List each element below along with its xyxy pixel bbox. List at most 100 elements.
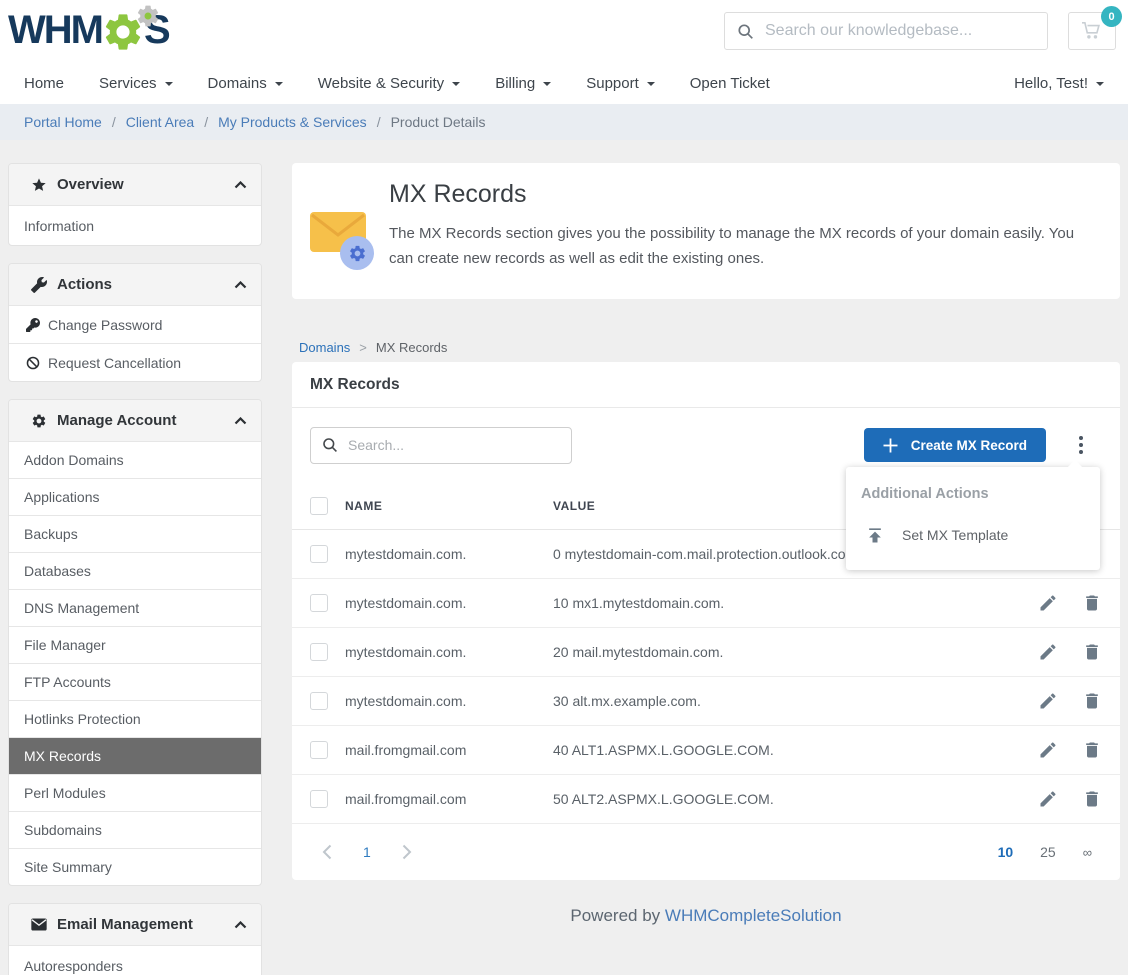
delete-button[interactable]	[1082, 642, 1102, 662]
edit-button[interactable]	[1038, 642, 1058, 662]
user-menu[interactable]: Hello, Test!	[1014, 75, 1104, 92]
caret-down-icon	[452, 82, 460, 86]
nav-item-open-ticket[interactable]: Open Ticket	[690, 75, 770, 92]
nav-item-home[interactable]: Home	[24, 75, 64, 92]
create-mx-record-button[interactable]: Create MX Record	[864, 428, 1046, 462]
gear-icon	[31, 413, 47, 429]
breadcrumb-client-area[interactable]: Client Area	[126, 114, 194, 130]
nav-item-support[interactable]: Support	[586, 75, 655, 92]
whmcs-logo[interactable]: WHM S	[8, 4, 169, 56]
breadcrumb-separator: /	[377, 114, 381, 130]
row-checkbox[interactable]	[310, 545, 328, 563]
sidebar-item-mx-records[interactable]: MX Records	[9, 737, 261, 774]
mx-records-panel: MX Records Create MX Record NAME VALUE	[292, 362, 1120, 880]
delete-button[interactable]	[1082, 691, 1102, 711]
delete-button[interactable]	[1082, 789, 1102, 809]
gear-bubble	[340, 236, 374, 270]
sidebar-item-hotlinks-protection[interactable]: Hotlinks Protection	[9, 700, 261, 737]
chevron-up-icon	[234, 921, 247, 929]
trash-icon	[1082, 789, 1102, 809]
additional-actions-button[interactable]	[1072, 428, 1090, 462]
pagination: 1 10 25 ∞	[292, 824, 1120, 880]
row-checkbox[interactable]	[310, 741, 328, 759]
delete-button[interactable]	[1082, 593, 1102, 613]
prev-page-button[interactable]	[320, 844, 334, 860]
sidebar-header-email-management[interactable]: Email Management	[9, 904, 261, 945]
table-row: mail.fromgmail.com 50 ALT2.ASPMX.L.GOOGL…	[292, 775, 1120, 824]
row-checkbox[interactable]	[310, 594, 328, 612]
delete-button[interactable]	[1082, 740, 1102, 760]
sidebar-item-backups[interactable]: Backups	[9, 515, 261, 552]
nav-item-billing[interactable]: Billing	[495, 75, 551, 92]
sidebar-item-autoresponders[interactable]: Autoresponders	[9, 945, 261, 975]
main-column: MX Records The MX Records section gives …	[292, 163, 1120, 952]
edit-button[interactable]	[1038, 789, 1058, 809]
record-value: 50 ALT2.ASPMX.L.GOOGLE.COM.	[553, 791, 1038, 807]
table-row: mail.fromgmail.com 40 ALT1.ASPMX.L.GOOGL…	[292, 726, 1120, 775]
sidebar-item-request-cancellation[interactable]: Request Cancellation	[9, 343, 261, 381]
sidebar-header-manage-account[interactable]: Manage Account	[9, 400, 261, 441]
top-header: WHM S 0	[0, 0, 1128, 62]
search-icon	[737, 23, 754, 40]
sidebar-header-actions[interactable]: Actions	[9, 264, 261, 305]
gear-icon	[348, 244, 367, 263]
plus-icon	[883, 438, 898, 453]
sidebar-item-addon-domains[interactable]: Addon Domains	[9, 441, 261, 478]
search-icon	[322, 437, 338, 453]
logo-text-left: WHM	[8, 4, 102, 56]
edit-button[interactable]	[1038, 740, 1058, 760]
sidebar-item-databases[interactable]: Databases	[9, 552, 261, 589]
pencil-icon	[1038, 740, 1058, 760]
sidebar-item-ftp-accounts[interactable]: FTP Accounts	[9, 663, 261, 700]
sidebar-item-subdomains[interactable]: Subdomains	[9, 811, 261, 848]
product-header-body: MX Records The MX Records section gives …	[389, 163, 1096, 299]
table-row: mytestdomain.com. 30 alt.mx.example.com.	[292, 677, 1120, 726]
page-size-25[interactable]: 25	[1040, 844, 1056, 860]
row-checkbox[interactable]	[310, 643, 328, 661]
nav-item-services[interactable]: Services	[99, 75, 173, 92]
table-row: mytestdomain.com. 10 mx1.mytestdomain.co…	[292, 579, 1120, 628]
sidebar-item-file-manager[interactable]: File Manager	[9, 626, 261, 663]
chevron-up-icon	[234, 281, 247, 289]
next-page-button[interactable]	[400, 844, 414, 860]
footer-link[interactable]: WHMCompleteSolution	[665, 906, 842, 925]
star-icon	[31, 177, 47, 193]
pencil-icon	[1038, 789, 1058, 809]
select-all-checkbox[interactable]	[310, 497, 328, 515]
record-name: mail.fromgmail.com	[345, 742, 553, 758]
row-checkbox[interactable]	[310, 692, 328, 710]
logo-gear-icon	[101, 4, 147, 56]
sidebar-item-information[interactable]: Information	[9, 205, 261, 245]
column-header-name: NAME	[345, 499, 553, 513]
sidebar-item-dns-management[interactable]: DNS Management	[9, 589, 261, 626]
knowledgebase-search-input[interactable]	[765, 22, 1035, 40]
page-size-10[interactable]: 10	[998, 844, 1014, 860]
row-checkbox[interactable]	[310, 790, 328, 808]
breadcrumb-my-products[interactable]: My Products & Services	[218, 114, 367, 130]
edit-button[interactable]	[1038, 691, 1058, 711]
sidebar-header-overview[interactable]: Overview	[9, 164, 261, 205]
sidebar-item-site-summary[interactable]: Site Summary	[9, 848, 261, 885]
table-search-input[interactable]	[348, 437, 560, 453]
cart-button[interactable]: 0	[1068, 12, 1116, 50]
breadcrumb-portal-home[interactable]: Portal Home	[24, 114, 102, 130]
nav-item-website-security[interactable]: Website & Security	[318, 75, 460, 92]
table-search	[310, 427, 572, 464]
sidebar-item-perl-modules[interactable]: Perl Modules	[9, 774, 261, 811]
pencil-icon	[1038, 691, 1058, 711]
wrench-icon	[31, 277, 47, 293]
edit-button[interactable]	[1038, 593, 1058, 613]
sidebar-item-change-password[interactable]: Change Password	[9, 305, 261, 343]
caret-down-icon	[165, 82, 173, 86]
additional-actions-dropdown: Additional Actions Set MX Template	[846, 467, 1100, 570]
page-size-all[interactable]: ∞	[1083, 845, 1092, 860]
chevron-right-icon	[402, 844, 412, 860]
content-breadcrumb-domains[interactable]: Domains	[299, 340, 350, 355]
nav-item-domains[interactable]: Domains	[208, 75, 283, 92]
page-number[interactable]: 1	[363, 844, 371, 860]
key-icon	[26, 318, 40, 332]
panel-title: MX Records	[292, 362, 1120, 408]
menu-item-set-mx-template[interactable]: Set MX Template	[846, 525, 1100, 545]
sidebar-item-applications[interactable]: Applications	[9, 478, 261, 515]
record-name: mytestdomain.com.	[345, 546, 553, 562]
